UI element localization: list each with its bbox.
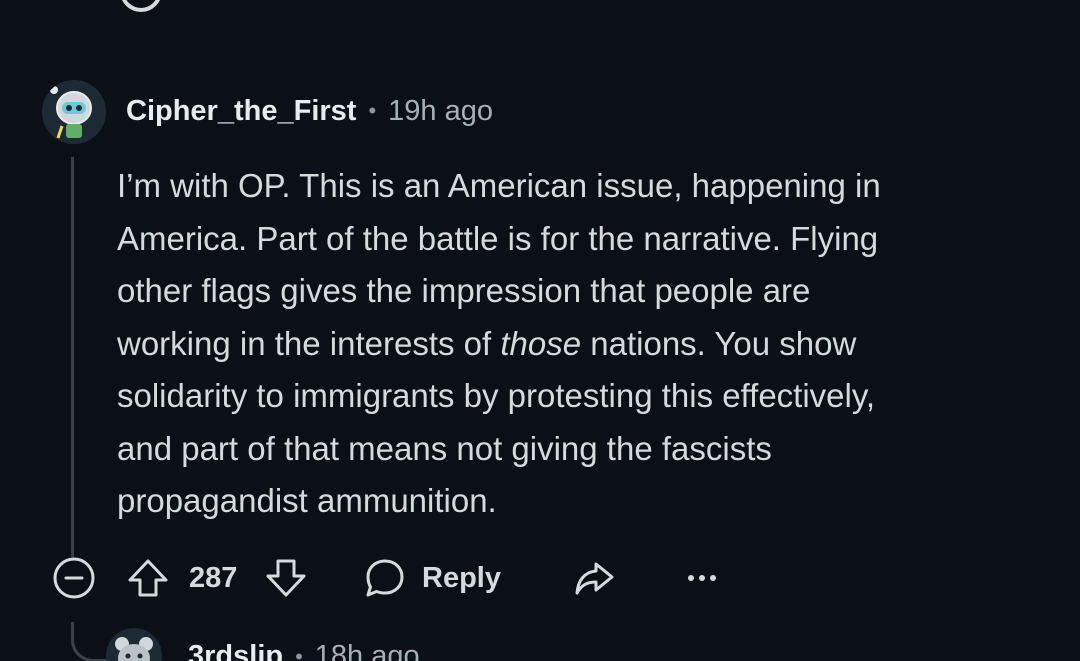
arrow-down-icon: [264, 556, 308, 600]
reply-header: 3rdslip • 18h ago: [188, 640, 420, 661]
share-arrow-icon: [572, 556, 616, 600]
more-options-button[interactable]: [686, 554, 718, 602]
minus-circle-icon: [52, 556, 96, 600]
comment-line: America. Part of the battle is for the n…: [117, 219, 879, 257]
comment-line: and part of that means not giving the fa…: [117, 429, 772, 467]
reply-label: Reply: [422, 561, 501, 594]
reply-avatar[interactable]: [106, 628, 162, 661]
comment-text: nations. You show: [581, 324, 857, 362]
separator-dot: •: [368, 98, 377, 123]
comment-emphasis: those: [500, 324, 582, 362]
comment-header: Cipher_the_First • 19h ago: [126, 92, 493, 130]
upvote-button[interactable]: [126, 554, 170, 602]
comment-line: I’m with OP. This is an American issue, …: [117, 167, 881, 204]
comment-line: propagandist ammunition.: [117, 482, 497, 519]
vote-score: 287: [189, 561, 238, 594]
timestamp: 19h ago: [388, 94, 493, 127]
previous-comment-actions: [120, 0, 162, 12]
share-button[interactable]: [572, 554, 616, 602]
comment-thread-view: Cipher_the_First • 19h ago I’m with OP. …: [0, 0, 1080, 661]
comment-line: other flags gives the impression that pe…: [117, 272, 811, 309]
downvote-button[interactable]: [264, 554, 308, 602]
reply-username[interactable]: 3rdslip: [188, 640, 283, 661]
collapse-button[interactable]: [52, 554, 96, 602]
speech-bubble-icon: [364, 557, 406, 599]
username[interactable]: Cipher_the_First: [126, 95, 356, 128]
avatar[interactable]: [42, 80, 106, 144]
comment-body: I’m with OP. This is an American issue, …: [117, 160, 1017, 528]
previous-collapse-icon[interactable]: [120, 0, 162, 12]
thread-line[interactable]: [71, 157, 74, 557]
reply-thread-connector: [71, 622, 111, 661]
comment-line: solidarity to immigrants by protesting t…: [117, 377, 876, 414]
comment-line: working in the interests of those nation…: [117, 318, 1017, 371]
reply-timestamp: 18h ago: [314, 640, 420, 661]
reply-button[interactable]: Reply: [364, 554, 501, 602]
ellipsis-icon: [686, 556, 718, 600]
arrow-up-icon: [126, 556, 170, 600]
comment-action-bar: 287 Reply: [52, 554, 1052, 602]
reply-separator-dot: •: [295, 643, 303, 661]
comment-text: working in the interests of: [117, 324, 501, 362]
